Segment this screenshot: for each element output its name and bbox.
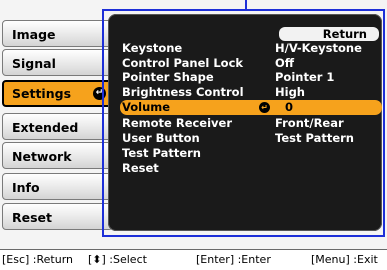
tab-network[interactable]: Network bbox=[2, 142, 113, 169]
item-value: Front/Rear bbox=[275, 116, 344, 130]
tab-label: Network bbox=[12, 149, 72, 164]
return-label: Return bbox=[322, 27, 367, 41]
tab-label: Signal bbox=[12, 56, 56, 71]
item-value: Test Pattern bbox=[275, 131, 354, 145]
return-button[interactable]: Return bbox=[279, 27, 379, 41]
item-label: Volume bbox=[122, 100, 171, 114]
tab-reset[interactable]: Reset bbox=[2, 203, 113, 230]
item-value: Pointer 1 bbox=[275, 70, 335, 84]
help-bar: [Esc] :Return [⬍] :Select [Enter] :Enter… bbox=[0, 249, 387, 270]
item-value: Off bbox=[275, 56, 295, 70]
tab-image[interactable]: Image bbox=[2, 20, 113, 47]
menu-item-keystone[interactable]: Keystone H/V-Keystone bbox=[122, 41, 380, 56]
item-label: Remote Receiver bbox=[122, 116, 233, 130]
tab-settings[interactable]: Settings ↵ bbox=[2, 80, 113, 107]
item-label: Reset bbox=[122, 161, 159, 175]
enter-icon: ↵ bbox=[259, 102, 270, 113]
tab-label: Settings bbox=[12, 86, 72, 101]
item-value: High bbox=[275, 85, 305, 99]
menu-item-volume[interactable]: Volume ↵ 0 bbox=[120, 100, 382, 115]
menu-item-test-pattern[interactable]: Test Pattern bbox=[122, 146, 380, 161]
tab-signal[interactable]: Signal bbox=[2, 49, 113, 76]
tab-label: Image bbox=[12, 27, 56, 42]
menu-item-brightness-control[interactable]: Brightness Control High bbox=[122, 85, 380, 100]
help-esc: [Esc] :Return bbox=[2, 253, 74, 266]
item-label: Control Panel Lock bbox=[122, 56, 244, 70]
menu-item-control-panel-lock[interactable]: Control Panel Lock Off bbox=[122, 56, 380, 71]
help-select: [⬍] :Select bbox=[88, 253, 147, 266]
projector-menu: Image Signal Settings ↵ Extended Network… bbox=[0, 0, 387, 270]
item-label: Pointer Shape bbox=[122, 70, 214, 84]
tab-label: Info bbox=[12, 180, 40, 195]
help-menu: [Menu] :Exit bbox=[311, 253, 378, 266]
item-label: Keystone bbox=[122, 41, 183, 55]
menu-item-remote-receiver[interactable]: Remote Receiver Front/Rear bbox=[122, 116, 380, 131]
item-value: 0 bbox=[285, 100, 294, 114]
menu-item-reset[interactable]: Reset bbox=[122, 161, 380, 176]
help-enter: [Enter] :Enter bbox=[196, 253, 271, 266]
item-label: Brightness Control bbox=[122, 85, 244, 99]
item-label: Test Pattern bbox=[122, 146, 201, 160]
menu-item-user-button[interactable]: User Button Test Pattern bbox=[122, 131, 380, 146]
tab-label: Extended bbox=[12, 120, 79, 135]
tab-label: Reset bbox=[12, 210, 52, 225]
menu-item-pointer-shape[interactable]: Pointer Shape Pointer 1 bbox=[122, 70, 380, 85]
tab-extended[interactable]: Extended bbox=[2, 113, 113, 140]
item-value: H/V-Keystone bbox=[275, 41, 362, 55]
tab-info[interactable]: Info bbox=[2, 173, 113, 200]
item-label: User Button bbox=[122, 131, 200, 145]
